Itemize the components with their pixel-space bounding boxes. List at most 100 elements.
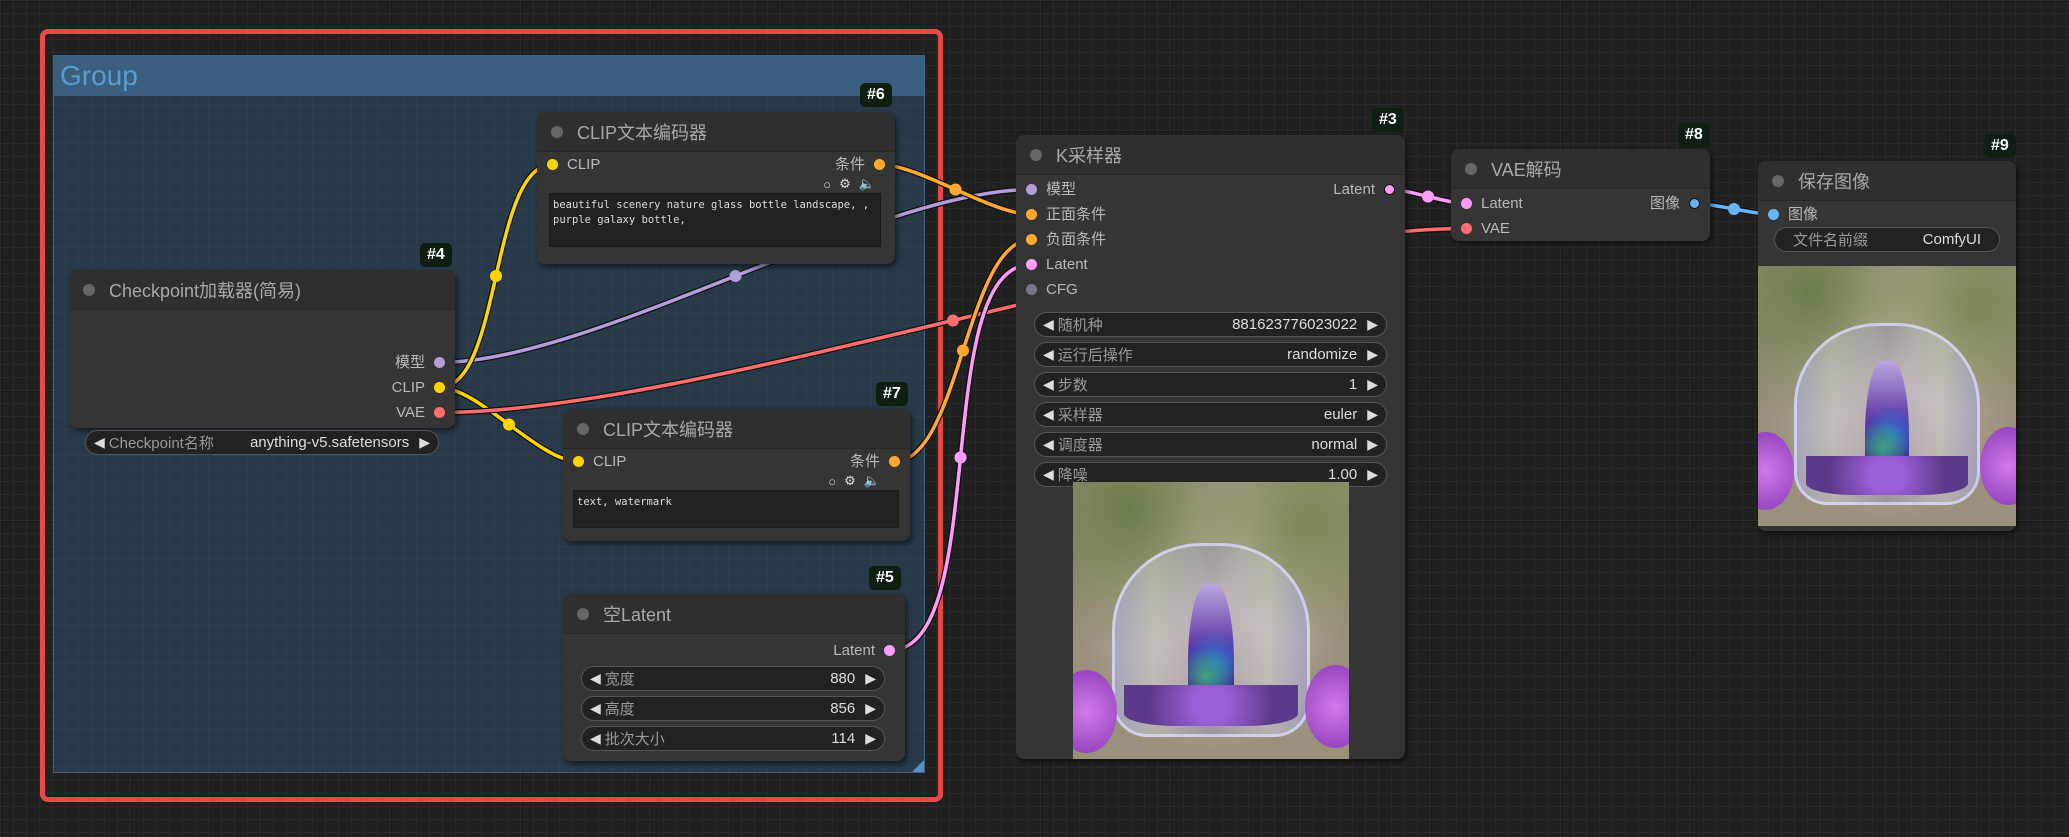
checkpoint-name-combo[interactable]: ◀ Checkpoint名称 anything-v5.safetensors ▶: [85, 430, 439, 455]
link-center-marker[interactable]: [947, 314, 960, 327]
arrow-right-icon[interactable]: ▶: [865, 730, 876, 747]
slot-dot[interactable]: [1026, 284, 1037, 295]
arrow-left-icon[interactable]: ◀: [1043, 436, 1054, 453]
slot-dot[interactable]: [1461, 198, 1472, 209]
ksampler-widget[interactable]: ◀ 随机种 881623776023022 ▶: [1034, 312, 1387, 337]
link-center-marker[interactable]: [957, 344, 969, 357]
batch-size-widget[interactable]: ◀ 批次大小 114 ▶: [581, 726, 885, 751]
input-image[interactable]: 图像: [1768, 202, 1818, 227]
arrow-right-icon[interactable]: ▶: [1367, 466, 1378, 483]
link-center-marker[interactable]: [949, 183, 962, 196]
arrow-right-icon[interactable]: ▶: [419, 434, 430, 451]
ksampler-widget[interactable]: ◀ 步数 1 ▶: [1034, 372, 1387, 397]
input-vae[interactable]: VAE: [1461, 216, 1510, 241]
group-resize-handle[interactable]: [912, 760, 924, 772]
output-conditioning[interactable]: 条件: [850, 449, 900, 474]
arrow-left-icon[interactable]: ◀: [1043, 466, 1054, 483]
node-checkpoint-loader[interactable]: Checkpoint加载器(简易) 模型 CLIP VAE ◀ Checkpoin…: [69, 270, 455, 455]
slot-dot[interactable]: [1384, 184, 1395, 195]
arrow-left-icon[interactable]: ◀: [590, 670, 601, 687]
slot-dot[interactable]: [1689, 198, 1700, 209]
speaker-icon[interactable]: 🔈: [859, 176, 875, 192]
input-clip[interactable]: CLIP: [547, 152, 600, 177]
output-latent[interactable]: Latent: [833, 638, 895, 663]
input-latent[interactable]: Latent: [1026, 252, 1088, 277]
arrow-left-icon[interactable]: ◀: [1043, 316, 1054, 333]
output-latent[interactable]: Latent: [1333, 177, 1395, 202]
slot-dot[interactable]: [1026, 184, 1037, 195]
link-center-marker[interactable]: [954, 451, 967, 464]
node-clip-text-encode-negative[interactable]: CLIP文本编码器 CLIP 条件 ○ ⚙ 🔈 text, watermark: [563, 409, 910, 541]
arrow-left-icon[interactable]: ◀: [1043, 346, 1054, 363]
arrow-right-icon[interactable]: ▶: [865, 700, 876, 717]
node-title-bar[interactable]: Checkpoint加载器(简易): [69, 270, 455, 310]
node-title-bar[interactable]: 保存图像: [1758, 161, 2016, 201]
node-title-bar[interactable]: K采样器: [1016, 135, 1405, 175]
filename-prefix-field[interactable]: 文件名前缀 ComfyUI: [1774, 227, 2000, 252]
gear-icon[interactable]: ⚙: [844, 473, 856, 489]
prompt-textarea[interactable]: beautiful scenery nature glass bottle la…: [549, 193, 881, 247]
node-title-bar[interactable]: CLIP文本编码器: [537, 112, 895, 152]
slot-dot[interactable]: [1461, 223, 1472, 234]
node-title-bar[interactable]: VAE解码: [1451, 149, 1710, 189]
slot-dot[interactable]: [547, 159, 558, 170]
arrow-left-icon[interactable]: ◀: [1043, 376, 1054, 393]
group-title[interactable]: Group: [54, 56, 924, 96]
node-vae-decode[interactable]: VAE解码 Latent 图像 VAE: [1451, 149, 1710, 241]
input-negative[interactable]: 负面条件: [1026, 227, 1106, 252]
arrow-left-icon[interactable]: ◀: [94, 434, 105, 451]
input-positive[interactable]: 正面条件: [1026, 202, 1106, 227]
slot-dot[interactable]: [884, 645, 895, 656]
output-vae[interactable]: VAE: [396, 400, 445, 425]
arrow-left-icon[interactable]: ◀: [590, 730, 601, 747]
slot-dot[interactable]: [1026, 234, 1037, 245]
prompt-textarea[interactable]: text, watermark: [573, 490, 899, 528]
output-image[interactable]: 图像: [1650, 191, 1700, 216]
width-widget[interactable]: ◀ 宽度 880 ▶: [581, 666, 885, 691]
slot-dot[interactable]: [434, 382, 445, 393]
node-title-bar[interactable]: 空Latent: [563, 594, 905, 634]
slot-dot[interactable]: [1768, 209, 1779, 220]
node-ksampler[interactable]: K采样器 模型 Latent 正面条件 负面条件 Latent CFG ◀ 随机种 8…: [1016, 135, 1405, 759]
input-cfg[interactable]: CFG: [1026, 277, 1078, 302]
slot-dot[interactable]: [434, 357, 445, 368]
link-center-marker[interactable]: [1728, 203, 1740, 215]
slot-dot[interactable]: [573, 456, 584, 467]
node-clip-text-encode-positive[interactable]: CLIP文本编码器 CLIP 条件 ○ ⚙ 🔈 beautiful scenery n…: [537, 112, 895, 264]
output-conditioning[interactable]: 条件: [835, 152, 885, 177]
arrow-left-icon[interactable]: ◀: [1043, 406, 1054, 423]
node-save-image[interactable]: 保存图像 图像 文件名前缀 ComfyUI: [1758, 161, 2016, 531]
collapse-dot-icon[interactable]: [577, 607, 589, 620]
input-clip[interactable]: CLIP: [573, 449, 626, 474]
gear-icon[interactable]: ⚙: [839, 176, 851, 192]
ksampler-widget[interactable]: ◀ 运行后操作 randomize ▶: [1034, 342, 1387, 367]
arrow-right-icon[interactable]: ▶: [1367, 376, 1378, 393]
speaker-icon[interactable]: 🔈: [864, 473, 880, 489]
arrow-right-icon[interactable]: ▶: [1367, 436, 1378, 453]
arrow-left-icon[interactable]: ◀: [590, 700, 601, 717]
slot-dot[interactable]: [1026, 259, 1037, 270]
ksampler-widget[interactable]: ◀ 调度器 normal ▶: [1034, 432, 1387, 457]
collapse-dot-icon[interactable]: [1772, 174, 1784, 187]
collapse-dot-icon[interactable]: [83, 283, 95, 296]
output-clip[interactable]: CLIP: [392, 375, 445, 400]
circle-icon[interactable]: ○: [823, 177, 831, 192]
input-model[interactable]: 模型: [1026, 177, 1076, 202]
arrow-right-icon[interactable]: ▶: [1367, 406, 1378, 423]
circle-icon[interactable]: ○: [828, 474, 836, 489]
link-center-marker[interactable]: [1422, 190, 1434, 203]
collapse-dot-icon[interactable]: [577, 422, 589, 435]
slot-dot[interactable]: [874, 159, 885, 170]
collapse-dot-icon[interactable]: [551, 125, 563, 138]
height-widget[interactable]: ◀ 高度 856 ▶: [581, 696, 885, 721]
input-latent[interactable]: Latent: [1461, 191, 1523, 216]
arrow-right-icon[interactable]: ▶: [1367, 346, 1378, 363]
output-model[interactable]: 模型: [395, 350, 445, 375]
slot-dot[interactable]: [1026, 209, 1037, 220]
arrow-right-icon[interactable]: ▶: [865, 670, 876, 687]
node-title-bar[interactable]: CLIP文本编码器: [563, 409, 910, 449]
slot-dot[interactable]: [889, 456, 900, 467]
ksampler-widget[interactable]: ◀ 采样器 euler ▶: [1034, 402, 1387, 427]
slot-dot[interactable]: [434, 407, 445, 418]
collapse-dot-icon[interactable]: [1030, 148, 1042, 161]
